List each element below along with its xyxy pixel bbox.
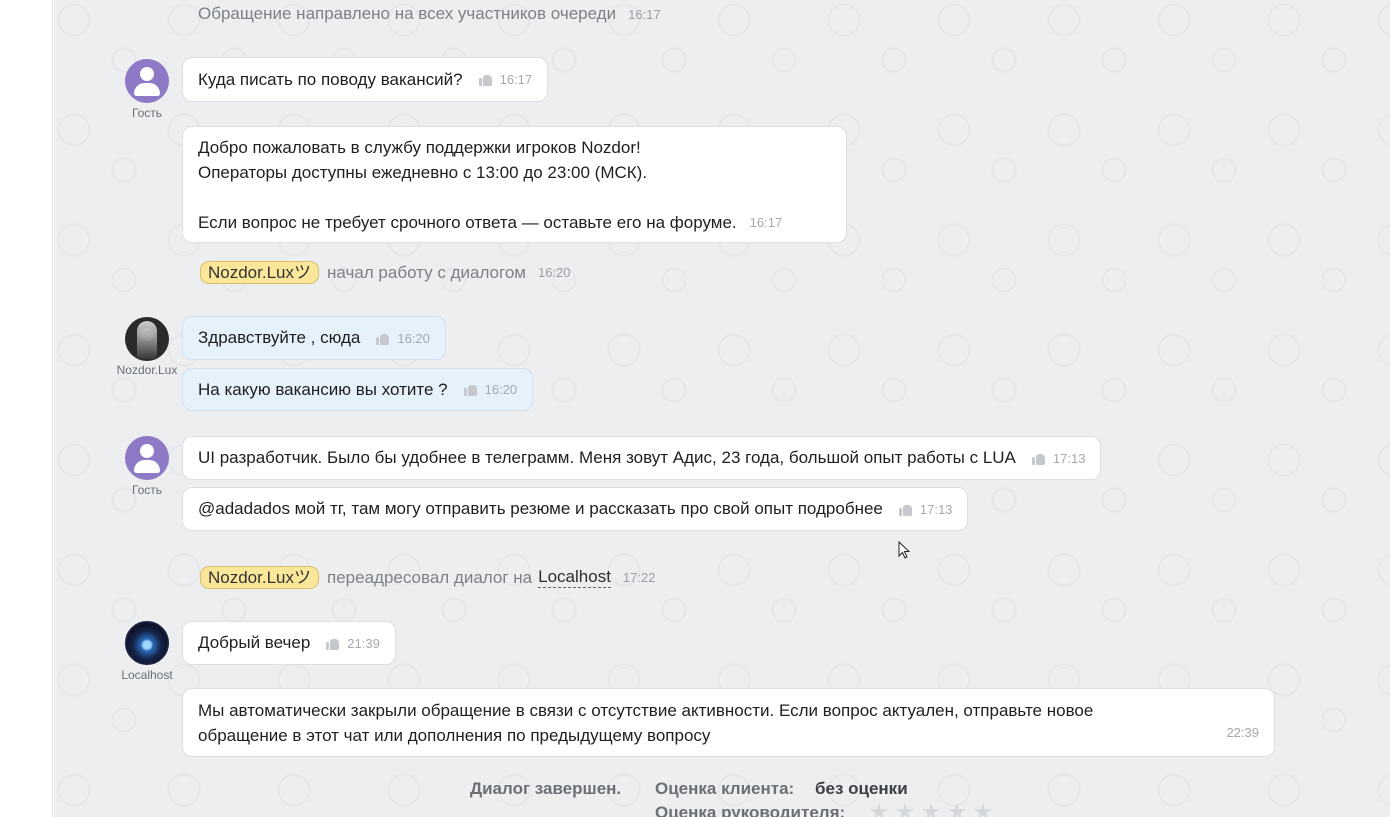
manager-rating-label: Оценка руководителя: — [655, 803, 846, 817]
client-rating-label: Оценка клиента: — [655, 779, 795, 798]
message-time: 17:22 — [622, 570, 656, 585]
avatar-label-guest: Гость — [131, 483, 163, 497]
message-bubble-operator: Здравствуйте , сюда 16:20 — [182, 316, 446, 360]
message-bubble-welcome: Добро пожаловать в службу поддержки игро… — [182, 126, 847, 243]
message-time: 22:39 — [1226, 725, 1259, 740]
left-sidebar-strip — [0, 0, 53, 817]
message-bubble: UI разработчик. Было бы удобнее в телегр… — [182, 436, 1102, 480]
like-icon[interactable] — [463, 383, 478, 396]
message-bubble: @adadados мой тг, там могу отправить рез… — [182, 487, 969, 531]
like-icon[interactable] — [326, 637, 340, 650]
message-time: 21:39 — [347, 635, 380, 651]
system-text: начал работу с диалогом — [327, 262, 526, 282]
message-time: 16:17 — [628, 6, 661, 22]
message-text: @adadados мой тг, там могу отправить рез… — [198, 499, 883, 518]
system-agent-started: Nozdor.Luxツ начал работу с диалогом 16:2… — [200, 261, 571, 284]
message-time: 17:13 — [919, 501, 953, 517]
message-bubble-auto-close: Мы автоматически закрыли обращение в свя… — [182, 688, 1275, 757]
message-bubble-operator: На какую вакансию вы хотите ? 16:20 — [182, 368, 534, 411]
message-time: 16:17 — [749, 214, 783, 230]
mouse-cursor-icon — [898, 541, 910, 559]
message-line: Операторы доступны ежедневно с 13:00 до … — [198, 162, 648, 182]
message-text: На какую вакансию вы хотите ? — [198, 379, 448, 399]
guest-avatar — [125, 436, 169, 480]
like-icon[interactable] — [898, 503, 913, 516]
manager-rating-stars[interactable] — [870, 803, 992, 817]
agent-avatar-nozdor — [125, 317, 169, 361]
message-bubble: Добрый вечер 21:39 — [182, 621, 396, 665]
message-line: обращение в этот чат или дополнения по п… — [198, 725, 711, 745]
star-icon[interactable] — [974, 803, 992, 817]
message-time: 16:20 — [484, 382, 518, 397]
dialog-status: Диалог завершен. — [470, 779, 622, 798]
message-time: 16:17 — [499, 72, 533, 87]
client-rating-value: без оценки — [815, 779, 908, 798]
message-bubble: Куда писать по поводу вакансий? 16:17 — [182, 57, 549, 102]
message-text: Здравствуйте , сюда — [198, 328, 361, 347]
system-queue-notice: Обращение направлено на всех участников … — [198, 4, 661, 24]
message-text: Добрый вечер — [198, 633, 311, 652]
like-icon[interactable] — [1031, 452, 1046, 465]
like-icon[interactable] — [478, 73, 493, 86]
message-time: 17:13 — [1052, 450, 1086, 466]
message-line: Добро пожаловать в службу поддержки игро… — [198, 137, 641, 157]
guest-avatar — [125, 59, 169, 103]
message-time: 16:20 — [537, 265, 571, 280]
star-icon[interactable] — [948, 803, 966, 817]
message-text: UI разработчик. Было бы удобнее в телегр… — [198, 448, 1016, 467]
redirect-target-link[interactable]: Localhost — [538, 567, 611, 588]
message-line: Если вопрос не требует срочного ответа —… — [198, 212, 737, 232]
message-time: 16:20 — [397, 330, 430, 346]
message-line: Мы автоматически закрыли обращение в свя… — [198, 700, 1094, 720]
message-text: Куда писать по поводу вакансий? — [198, 69, 463, 89]
like-icon[interactable] — [376, 332, 390, 345]
avatar-label-agent: Localhost — [121, 668, 173, 682]
system-queue-text: Обращение направлено на всех участников … — [198, 4, 617, 23]
agent-tag[interactable]: Nozdor.Luxツ — [200, 261, 319, 284]
avatar-label-guest: Гость — [131, 106, 163, 120]
avatar-label-agent: Nozdor.Lux — [116, 363, 178, 377]
system-dialog-redirected: Nozdor.Luxツ переадресовал диалог на Loca… — [200, 566, 655, 589]
star-icon[interactable] — [922, 803, 940, 817]
system-text: переадресовал диалог на — [327, 567, 533, 587]
star-icon[interactable] — [870, 803, 888, 817]
agent-avatar-localhost — [125, 621, 169, 665]
star-icon[interactable] — [896, 803, 914, 817]
agent-tag[interactable]: Nozdor.Luxツ — [200, 566, 319, 589]
